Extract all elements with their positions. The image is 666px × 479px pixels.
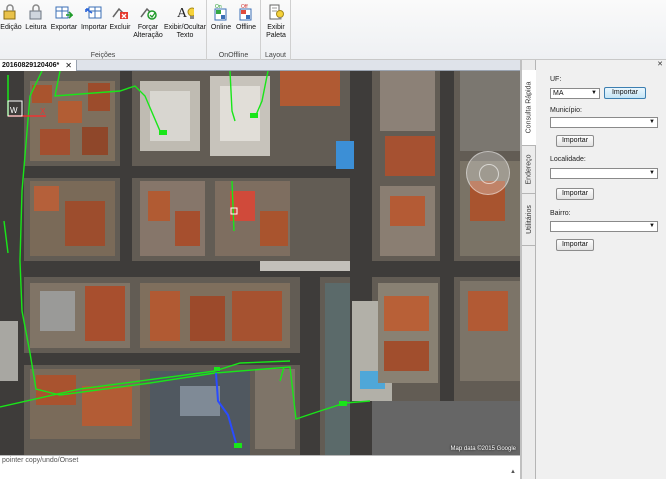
tab-utilitarios-label: Utilitários	[525, 205, 533, 234]
bairro-dropdown-icon: ▼	[649, 223, 655, 229]
exibir-ocultar-texto-label: Exibir/Ocultar Texto	[164, 24, 207, 39]
municipio-select[interactable]: ▼	[550, 117, 658, 128]
document-tab-close-icon[interactable]: ✕	[65, 60, 72, 71]
exportar-button[interactable]: Exportar	[50, 3, 78, 32]
document-tab-strip: 20160829120406* ✕	[0, 60, 520, 71]
tab-consulta-rapida[interactable]: Consulta Rápida	[522, 70, 536, 146]
ribbon-group-feicoes: Edição Leitura Exportar Importar Excluir	[0, 0, 207, 60]
uf-select-value: MA	[553, 90, 564, 97]
ribbon-group-layout: Exibir Paleta Layout	[261, 0, 291, 60]
tab-endereco[interactable]: Endereço	[522, 146, 536, 194]
command-history-text: pointer copy/undo/Onset	[2, 457, 79, 464]
command-scroll-up-icon[interactable]: ▲	[508, 467, 518, 477]
ucs-x-label: X	[40, 107, 46, 116]
exibir-ocultar-texto-button[interactable]: A Exibir/Ocultar Texto	[164, 3, 206, 40]
localidade-select[interactable]: ▼	[550, 168, 658, 179]
text-bulb-icon: A	[176, 3, 194, 21]
uf-label: UF:	[550, 76, 562, 83]
ucs-axis-icon: W X	[7, 75, 46, 117]
forcar-alteracao-button[interactable]: Forçar Alteração	[132, 3, 164, 40]
compass-ring	[479, 164, 499, 184]
uf-select[interactable]: MA ▼	[550, 88, 600, 99]
tab-utilitarios[interactable]: Utilitários	[522, 194, 536, 246]
offline-icon: Off	[237, 3, 255, 21]
bairro-select[interactable]: ▼	[550, 221, 658, 232]
excluir-label: Excluir	[109, 24, 131, 31]
read-lock-icon	[27, 3, 45, 21]
edicao-button[interactable]: Edição	[0, 3, 22, 32]
leitura-button[interactable]: Leitura	[24, 3, 48, 32]
importar-button[interactable]: Importar	[80, 3, 108, 32]
leitura-label: Leitura	[25, 24, 47, 31]
exibir-paleta-label: Exibir Paleta	[266, 24, 286, 39]
palette-bulb-icon	[267, 3, 285, 21]
map-attribution: Map data ©2015 Google	[450, 446, 516, 452]
panel-close-icon[interactable]: ✕	[657, 60, 663, 68]
group-label-feicoes: Feições	[90, 52, 116, 59]
online-icon: On	[212, 3, 230, 21]
municipio-dropdown-icon: ▼	[649, 119, 655, 125]
tab-consulta-rapida-label: Consulta Rápida	[525, 81, 533, 134]
ribbon: Edição Leitura Exportar Importar Excluir	[0, 0, 666, 60]
import-table-icon	[85, 3, 103, 21]
importar-uf-button[interactable]: Importar	[604, 87, 646, 99]
command-line[interactable]: pointer copy/undo/Onset ▲	[0, 455, 520, 479]
panel-header: ✕	[536, 60, 666, 68]
map-viewport[interactable]: W X Map data ©2015 Google	[0, 71, 520, 455]
offline-label: Offline	[235, 24, 257, 31]
document-tab[interactable]: 20160829120406* ✕	[0, 60, 77, 71]
exportar-label: Exportar	[50, 24, 78, 31]
municipio-label: Município:	[550, 107, 582, 114]
group-label-onoffline: OnOffline	[218, 52, 249, 59]
force-change-icon	[139, 3, 157, 21]
group-label-layout: Layout	[264, 52, 287, 59]
edicao-label: Edição	[0, 24, 22, 31]
ribbon-group-onoffline: On Online Off Offline OnOffline	[207, 0, 261, 60]
forcar-alteracao-label: Forçar Alteração	[133, 24, 163, 39]
edit-lock-icon	[2, 3, 20, 21]
offline-button[interactable]: Off Offline	[234, 3, 258, 32]
excluir-button[interactable]: Excluir	[108, 3, 132, 32]
document-tab-title: 20160829120406*	[2, 62, 60, 69]
importar-label: Importar	[80, 24, 108, 31]
importar-localidade-button[interactable]: Importar	[556, 188, 594, 200]
satellite-map	[0, 71, 520, 455]
tab-endereco-label: Endereço	[525, 154, 533, 185]
uf-dropdown-icon: ▼	[591, 90, 597, 96]
localidade-label: Localidade:	[550, 156, 586, 163]
bairro-label: Bairro:	[550, 210, 571, 217]
importar-municipio-button[interactable]: Importar	[556, 135, 594, 147]
consulta-rapida-panel: ✕ UF: MA ▼ Importar Município: ▼ Importa…	[536, 60, 666, 479]
svg-text:A: A	[177, 6, 188, 21]
online-button[interactable]: On Online	[210, 3, 232, 32]
importar-bairro-button[interactable]: Importar	[556, 239, 594, 251]
localidade-dropdown-icon: ▼	[649, 170, 655, 176]
delete-feature-icon	[111, 3, 129, 21]
navigation-compass[interactable]	[466, 151, 510, 195]
ucs-w-label: W	[10, 106, 18, 115]
online-label: Online	[210, 24, 232, 31]
exibir-paleta-button[interactable]: Exibir Paleta	[264, 3, 288, 40]
panel-vertical-tabs: Consulta Rápida Endereço Utilitários	[522, 60, 536, 479]
export-table-icon	[55, 3, 73, 21]
